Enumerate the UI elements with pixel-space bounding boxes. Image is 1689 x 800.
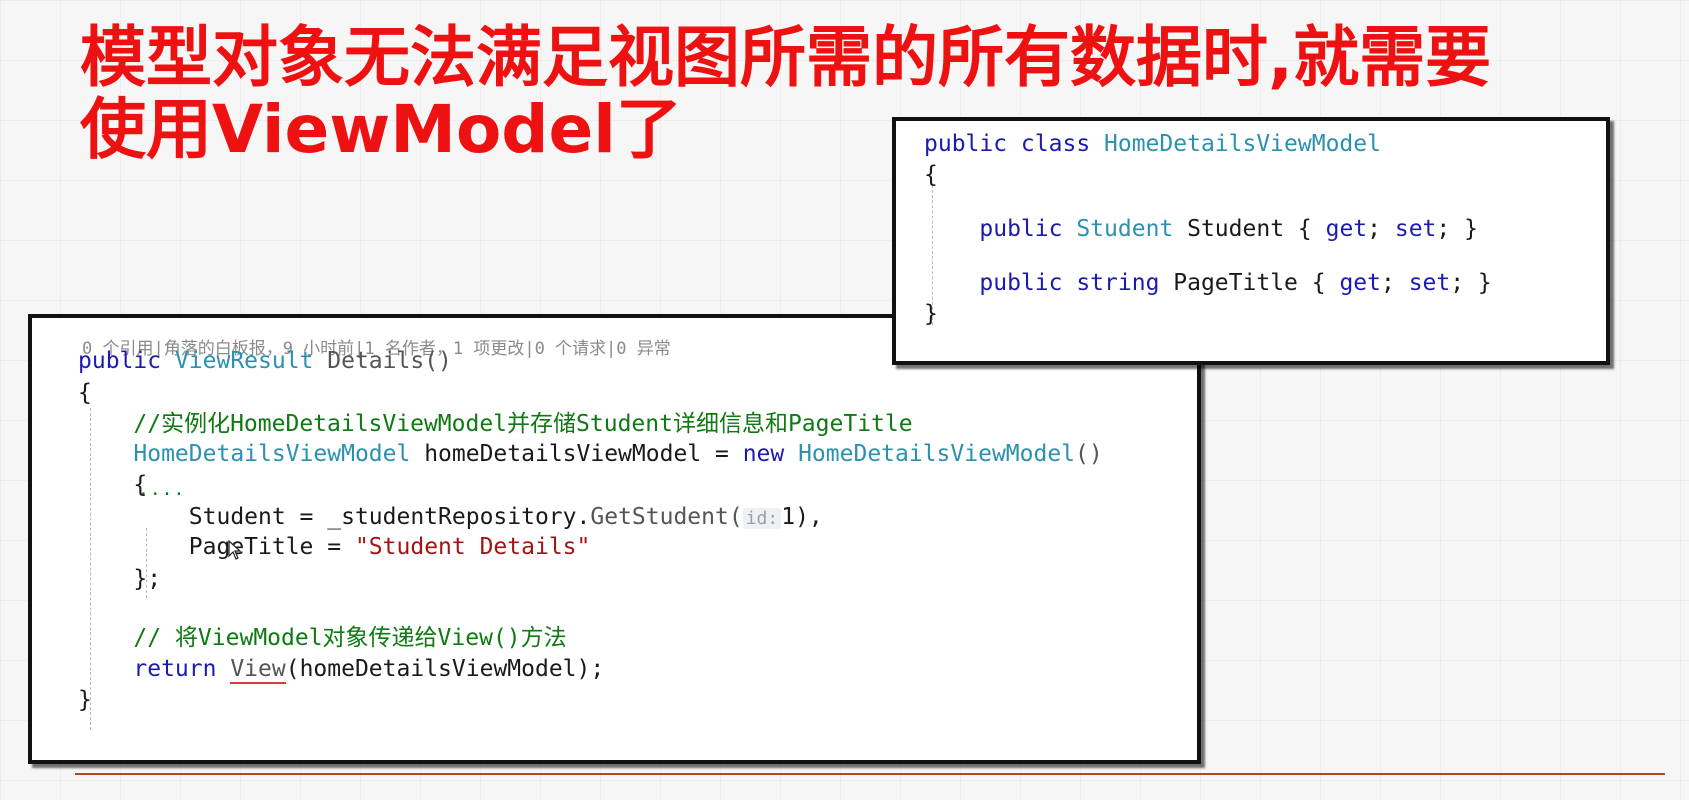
code-token: ; } [1450, 270, 1492, 296]
code-token: "Student Details" [354, 534, 591, 560]
code-line[interactable]: } [78, 685, 92, 715]
code-token: new [742, 441, 799, 467]
code-token: set [1408, 270, 1451, 296]
footer-divider [75, 773, 1665, 775]
code-token: View [230, 656, 286, 684]
code-token: 1), [781, 504, 823, 530]
code-token: public [924, 216, 1077, 242]
code-token: { [78, 380, 92, 406]
code-token: () [1075, 441, 1103, 467]
code-token: public [78, 348, 175, 374]
code-token: ; } [1436, 216, 1478, 242]
code-token: (homeDetailsViewModel); [285, 656, 605, 682]
code-token: get [1339, 270, 1381, 296]
code-token: ; [1380, 270, 1409, 296]
code-token: id: [742, 508, 782, 529]
code-line[interactable]: { [924, 160, 938, 190]
code-line[interactable]: } [924, 299, 938, 329]
code-token: get [1325, 216, 1368, 242]
code-line[interactable]: }; [78, 564, 161, 594]
code-line[interactable]: { [78, 378, 92, 408]
code-line[interactable]: public Student Student { get; set; } [924, 214, 1478, 244]
code-line[interactable]: //实例化HomeDetailsViewModel并存储Student详细信息和… [78, 409, 913, 439]
code-token: HomeDetailsViewModel [798, 441, 1076, 467]
code-token: ; [1367, 216, 1395, 242]
code-line[interactable]: HomeDetailsViewModel homeDetailsViewMode… [78, 439, 1103, 469]
code-token: PageTitle { [1159, 270, 1340, 296]
code-line[interactable]: public ViewResult Details() [78, 346, 452, 376]
code-token: public [924, 270, 1077, 296]
slide-title-line-1: 模型对象无法满足视图所需的所有数据时,就需要 [80, 19, 1492, 96]
code-line[interactable]: PageTitle = "Student Details" [78, 532, 591, 562]
code-line[interactable]: { [78, 470, 147, 500]
code-token: Student = _studentRepository. [78, 504, 591, 530]
class-code-panel: public class HomeDetailsViewModel { publi… [892, 117, 1610, 365]
code-line[interactable]: // 将ViewModel对象传递给View()方法 [78, 623, 567, 653]
code-token: public class [924, 131, 1105, 157]
code-token: homeDetailsViewModel = [410, 441, 743, 467]
code-token: Student [1076, 216, 1174, 242]
code-token: Student { [1173, 216, 1326, 242]
code-line[interactable]: public string PageTitle { get; set; } [924, 268, 1492, 298]
code-token: HomeDetailsViewModel [133, 441, 411, 467]
code-token: //实例化HomeDetailsViewModel并存储Student详细信息和… [78, 411, 913, 437]
code-token: set [1394, 216, 1437, 242]
code-token: ( [728, 504, 743, 530]
code-token: { [924, 162, 938, 188]
code-token: // 将ViewModel对象传递给View()方法 [78, 625, 567, 651]
code-line[interactable]: return View(homeDetailsViewModel); [78, 654, 604, 684]
method-code-panel: 0 个引用|角落的白板报，9 小时前|1 名作者，1 项更改|0 个请求|0 异… [28, 314, 1201, 764]
code-token: return [133, 656, 231, 682]
code-token: HomeDetailsViewModel [1104, 131, 1381, 157]
code-token: ViewResult [174, 348, 314, 374]
code-token: }; [78, 566, 162, 592]
code-line[interactable]: public class HomeDetailsViewModel [924, 129, 1381, 159]
code-token: Details() [313, 348, 452, 374]
code-line[interactable]: Student = _studentRepository.GetStudent(… [78, 502, 823, 532]
code-token: string [1076, 270, 1160, 296]
code-token: } [78, 687, 92, 713]
code-token: PageTitle = [78, 534, 355, 560]
code-token: GetStudent [590, 504, 729, 530]
code-token: } [924, 301, 938, 327]
code-token: { [78, 472, 148, 498]
